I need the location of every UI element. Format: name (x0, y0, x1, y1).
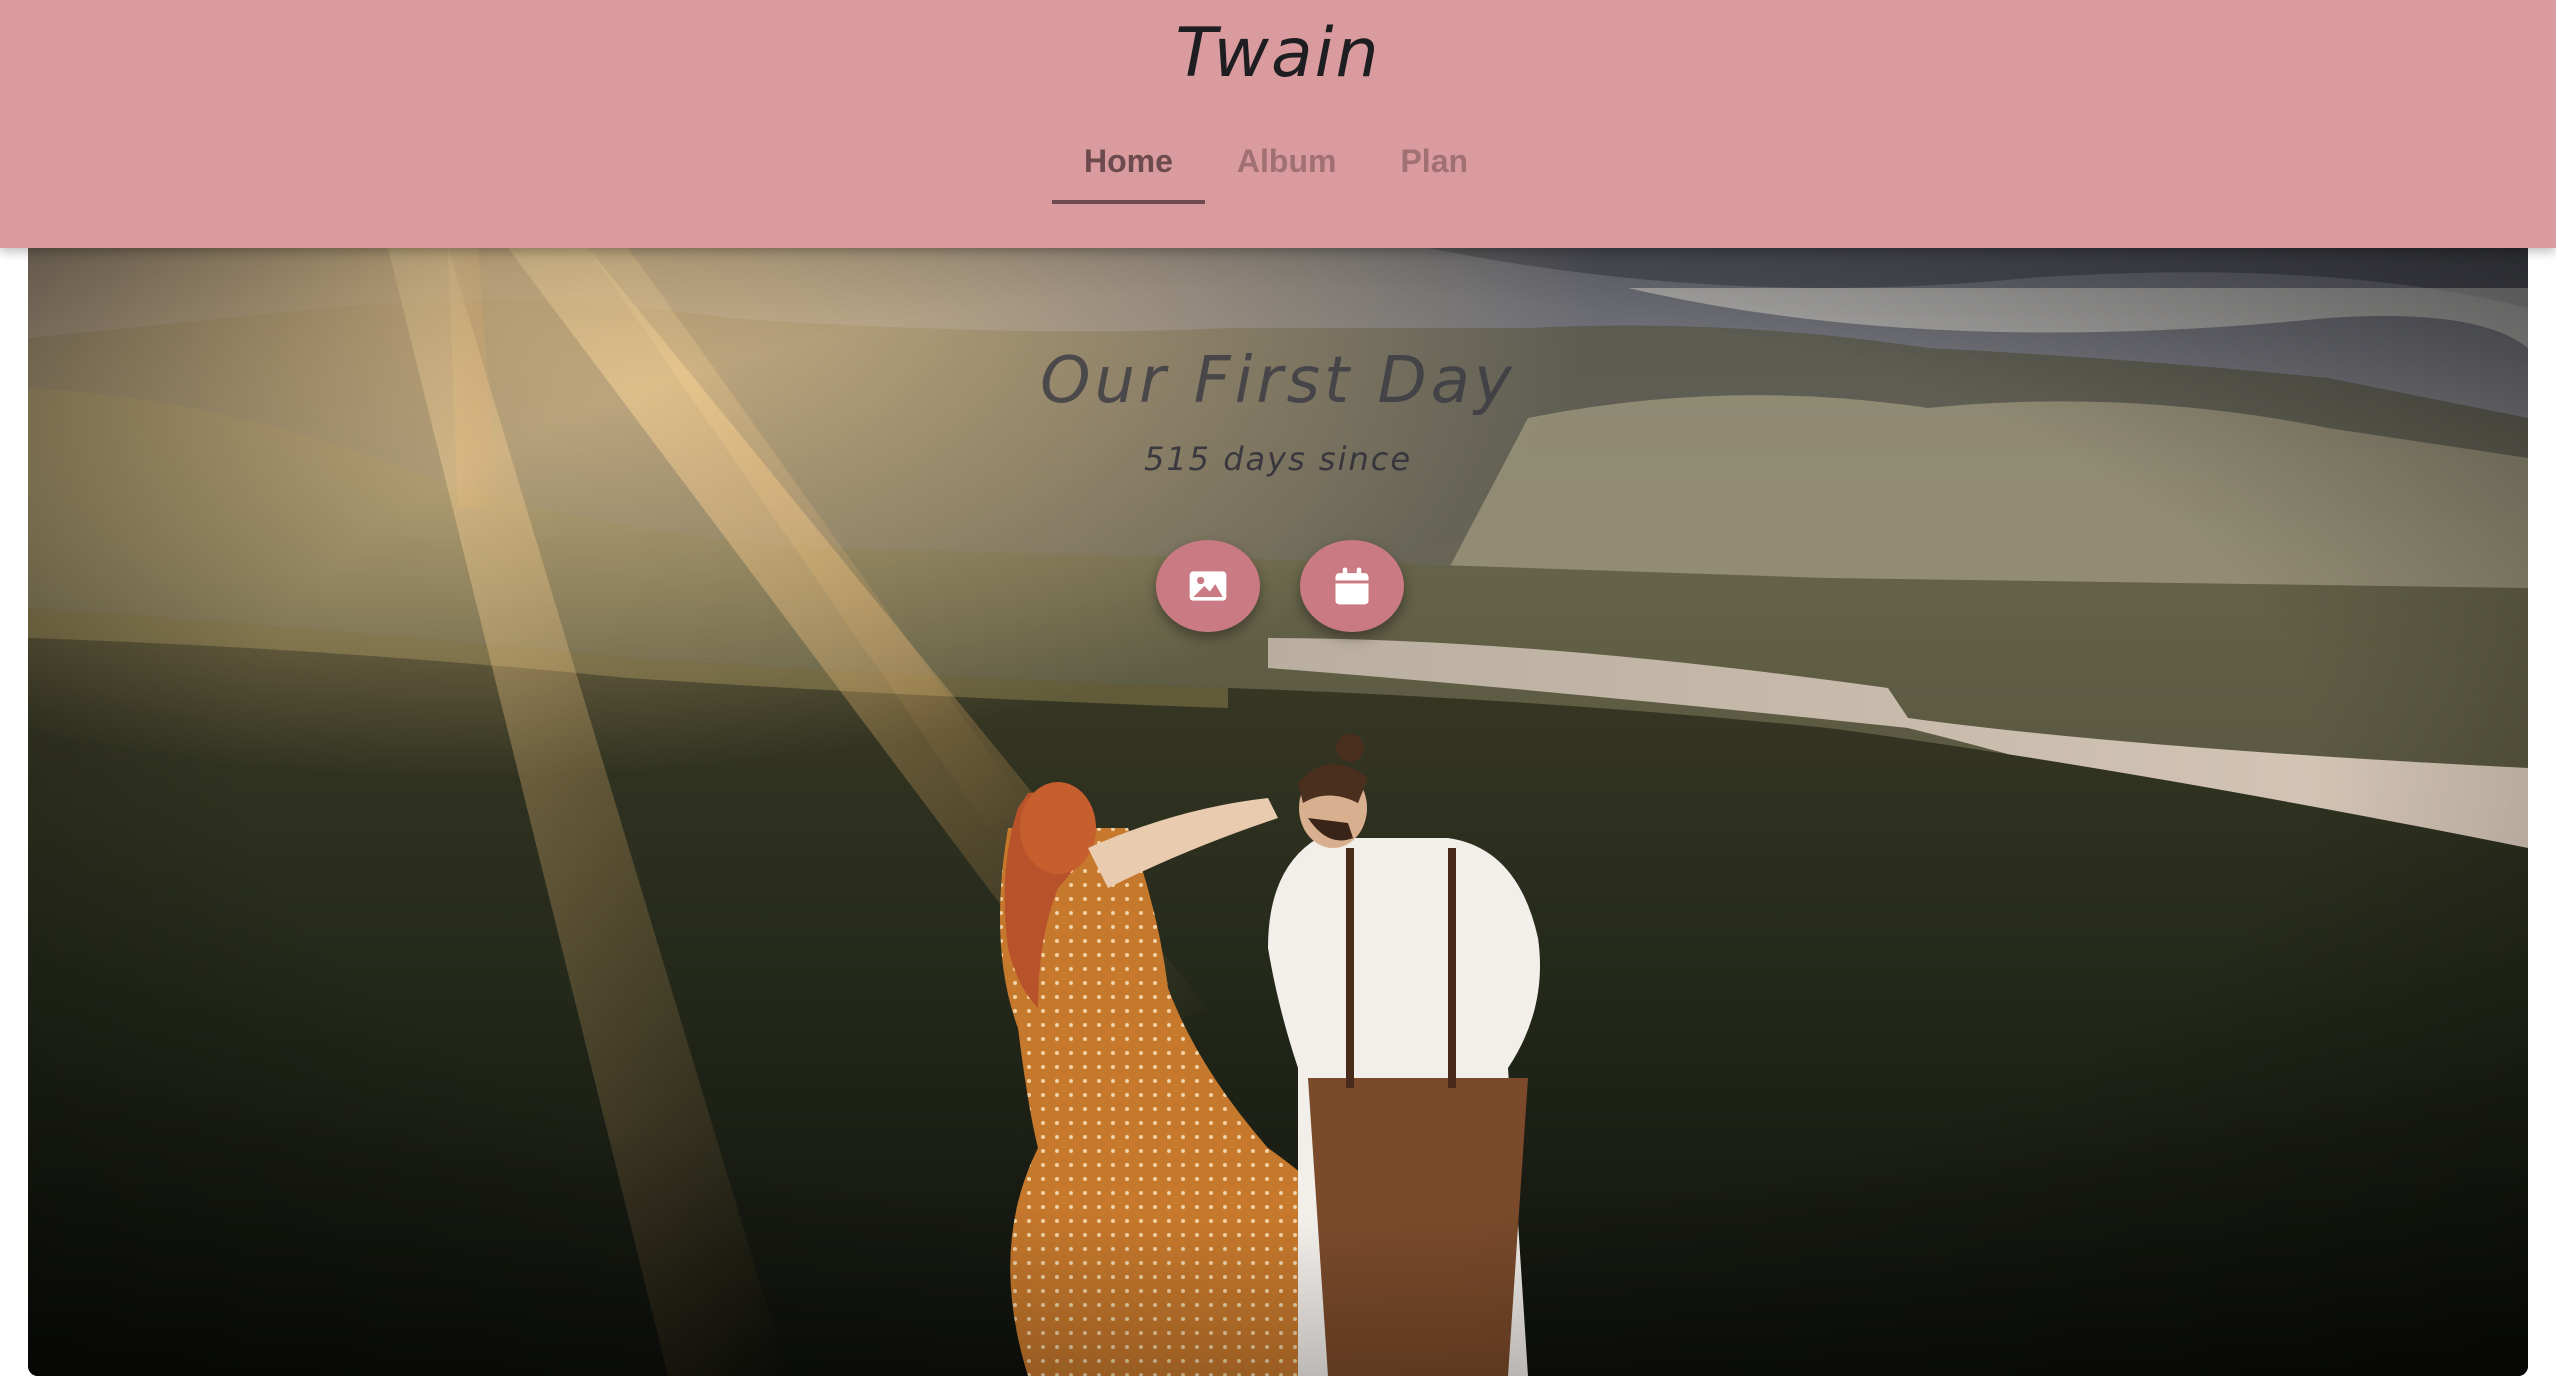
tab-plan[interactable]: Plan (1368, 128, 1500, 204)
calendar-icon (1335, 567, 1369, 605)
top-app-bar: Twain Home Album Plan (0, 0, 2556, 248)
nav-tabs: Home Album Plan (1052, 128, 1500, 204)
album-fab-button[interactable] (1156, 540, 1260, 632)
tab-album[interactable]: Album (1205, 128, 1369, 204)
hero-title: Our First Day (1040, 344, 1516, 418)
hero-card: Our First Day 515 days since (28, 248, 2528, 1376)
plan-fab-button[interactable] (1300, 540, 1404, 632)
tab-home[interactable]: Home (1052, 128, 1205, 204)
app-title: Twain (1175, 14, 1381, 93)
image-icon (1189, 571, 1227, 601)
days-since-counter: 515 days since (1143, 440, 1413, 478)
